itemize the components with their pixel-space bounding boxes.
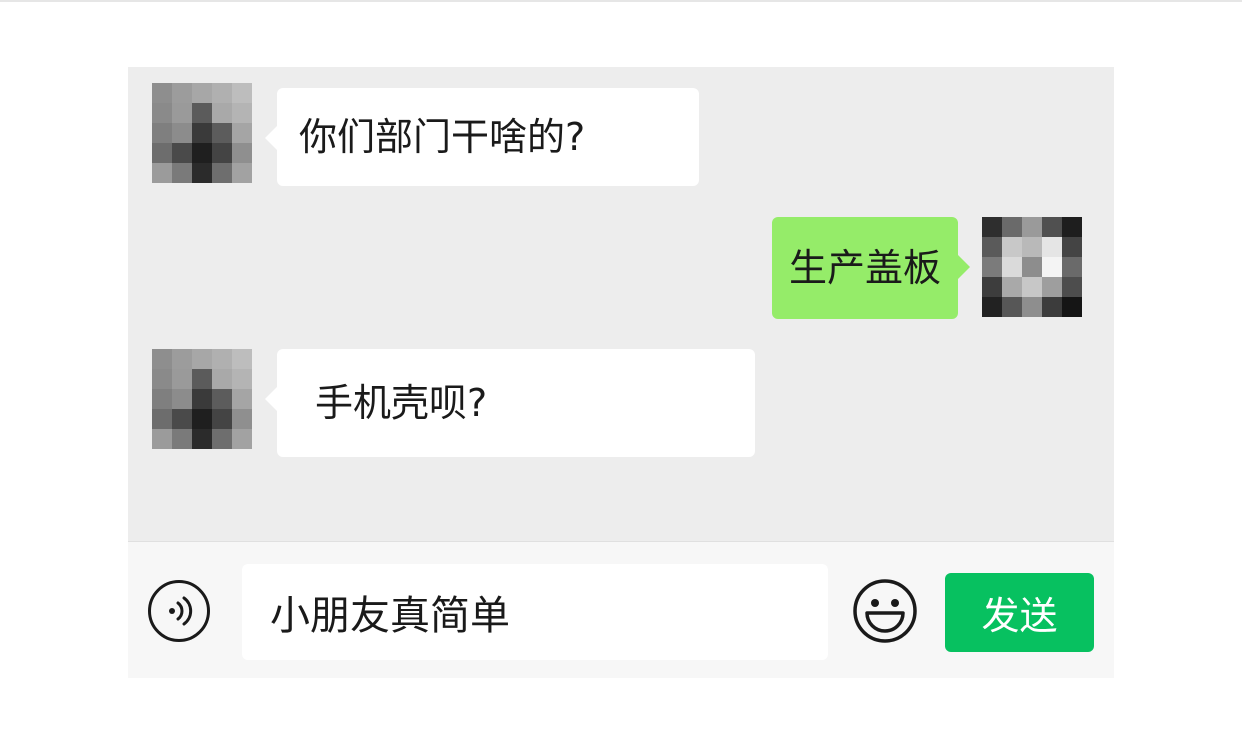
sender-avatar[interactable] <box>152 83 252 183</box>
message-bubble-outgoing[interactable]: 生产盖板 <box>772 217 970 319</box>
message-text: 生产盖板 <box>788 246 941 290</box>
voice-icon <box>169 596 193 626</box>
smiley-icon <box>853 579 917 643</box>
own-avatar[interactable] <box>982 217 1082 317</box>
message-text: 手机壳呗? <box>315 381 488 425</box>
message-input[interactable]: 小朋友真简单 <box>242 564 828 660</box>
message-bubble-incoming[interactable]: 你们部门干啥的? <box>265 88 699 186</box>
emoji-button[interactable] <box>850 576 920 646</box>
message-list[interactable]: 你们部门干啥的? 生产盖板 手机壳呗? <box>128 67 1114 541</box>
input-bar: 小朋友真简单 发送 <box>128 541 1114 678</box>
send-button[interactable]: 发送 <box>945 573 1094 652</box>
chat-window: 你们部门干啥的? 生产盖板 手机壳呗? 小朋友真简单 发送 <box>128 67 1114 678</box>
message-text: 你们部门干啥的? <box>299 115 586 159</box>
sender-avatar[interactable] <box>152 349 252 449</box>
top-divider <box>0 0 1242 2</box>
message-input-value: 小朋友真简单 <box>270 593 510 639</box>
send-button-label: 发送 <box>981 594 1058 638</box>
voice-button[interactable] <box>148 580 210 642</box>
message-bubble-incoming[interactable]: 手机壳呗? <box>265 349 755 457</box>
